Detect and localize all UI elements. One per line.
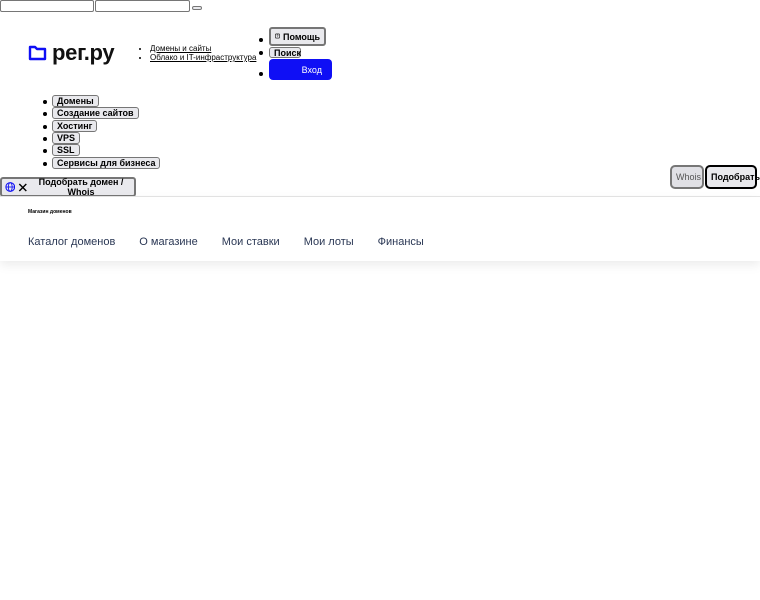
list-bullet bbox=[43, 137, 47, 141]
store-nav-catalog[interactable]: Каталог доменов bbox=[28, 236, 115, 248]
domain-search-toggle[interactable]: Подобрать домен / Whois bbox=[0, 177, 136, 197]
menu-item-business[interactable]: Сервисы для бизнеса bbox=[52, 157, 161, 169]
list-bullet bbox=[43, 149, 47, 153]
login-button[interactable]: Вход bbox=[269, 59, 332, 80]
globe-icon bbox=[5, 182, 16, 192]
store-title: Магазин доменов bbox=[28, 209, 72, 215]
top-link-cloud[interactable]: Облако и IT-инфраструктура bbox=[150, 53, 256, 62]
logo-text: рег.ру bbox=[52, 40, 115, 65]
list-bullet bbox=[259, 51, 263, 55]
top-input-2[interactable] bbox=[95, 0, 190, 12]
pick-domain-button[interactable]: Подобрать bbox=[705, 165, 760, 189]
help-icon: ? bbox=[275, 33, 280, 39]
whois-button[interactable]: Whois bbox=[670, 165, 704, 189]
top-submit-button[interactable] bbox=[192, 6, 202, 10]
logo[interactable]: рег.ру bbox=[28, 40, 115, 65]
menu-item-vps[interactable]: VPS bbox=[52, 132, 81, 144]
menu-item-domains[interactable]: Домены bbox=[52, 95, 99, 107]
svg-text:?: ? bbox=[276, 34, 278, 38]
search-button[interactable]: Поиск bbox=[269, 47, 301, 58]
top-link-domains[interactable]: Домены и сайты bbox=[150, 44, 211, 53]
store-nav-about[interactable]: О магазине bbox=[139, 236, 197, 248]
list-bullet bbox=[43, 125, 47, 129]
folder-icon bbox=[28, 45, 47, 61]
top-input-1[interactable] bbox=[0, 0, 94, 12]
top-links: Домены и сайты Облако и IT-инфраструктур… bbox=[140, 44, 256, 62]
domain-search-label: Подобрать домен / Whois bbox=[38, 177, 124, 197]
store-nav: Каталог доменов О магазине Мои ставки Мо… bbox=[28, 236, 424, 248]
list-bullet bbox=[259, 38, 263, 42]
menu-item-hosting[interactable]: Хостинг bbox=[52, 120, 98, 132]
list-bullet bbox=[259, 72, 263, 76]
help-label: Помощь bbox=[282, 32, 320, 42]
list-bullet bbox=[43, 162, 47, 166]
store-nav-my-lots[interactable]: Мои лоты bbox=[304, 236, 354, 248]
list-bullet bbox=[43, 112, 47, 116]
store-subheader bbox=[0, 197, 760, 261]
store-nav-finance[interactable]: Финансы bbox=[378, 236, 424, 248]
close-icon bbox=[19, 183, 28, 191]
help-button[interactable]: ? Помощь bbox=[269, 27, 326, 46]
top-link-item: Домены и сайты bbox=[150, 44, 256, 53]
top-link-item: Облако и IT-инфраструктура bbox=[150, 53, 256, 62]
menu-item-ssl[interactable]: SSL bbox=[52, 144, 80, 156]
list-bullet bbox=[43, 100, 47, 104]
menu-item-site-builder[interactable]: Создание сайтов bbox=[52, 107, 139, 119]
store-nav-my-bids[interactable]: Мои ставки bbox=[222, 236, 280, 248]
